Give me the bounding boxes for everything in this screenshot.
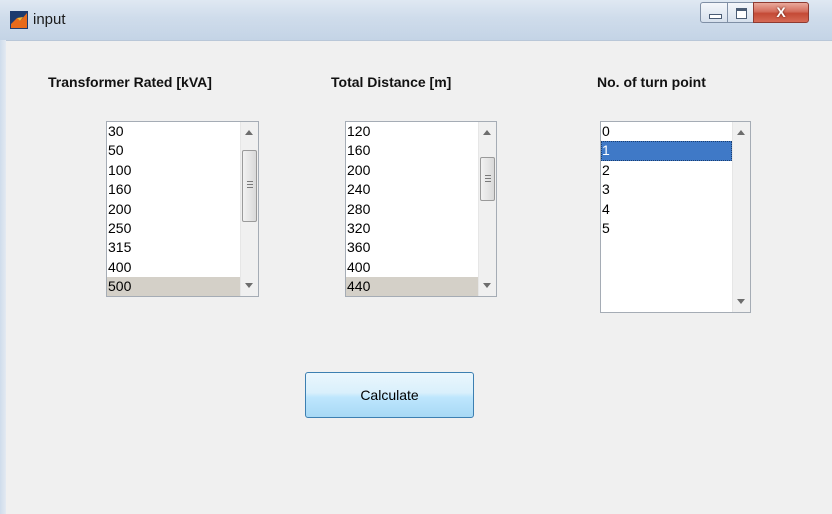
window-frame — [0, 40, 6, 514]
distance-options: 120 160 200 240 280 320 360 400 440 — [346, 122, 478, 296]
scroll-down-icon[interactable] — [245, 283, 253, 288]
list-item[interactable]: 30 — [107, 122, 240, 141]
maximize-icon — [736, 8, 747, 19]
list-item[interactable]: 1 — [601, 141, 732, 161]
window-title: input — [33, 11, 66, 28]
list-item[interactable]: 400 — [346, 258, 478, 277]
list-item[interactable]: 120 — [346, 122, 478, 141]
calculate-button[interactable]: Calculate — [305, 372, 474, 418]
scroll-down-icon[interactable] — [737, 299, 745, 304]
list-item[interactable]: 315 — [107, 238, 240, 257]
list-item[interactable]: 50 — [107, 141, 240, 160]
list-item[interactable]: 0 — [601, 122, 732, 141]
list-item[interactable]: 250 — [107, 219, 240, 238]
close-icon: X — [776, 4, 786, 20]
scroll-thumb[interactable] — [242, 150, 257, 222]
distance-label: Total Distance [m] — [331, 74, 452, 90]
turn-point-scrollbar[interactable] — [732, 122, 750, 312]
grip-icon — [485, 178, 491, 179]
list-item[interactable]: 360 — [346, 238, 478, 257]
distance-scrollbar[interactable] — [478, 122, 496, 296]
transformer-listbox[interactable]: 30 50 100 160 200 250 315 400 500 — [106, 121, 259, 297]
list-item[interactable]: 320 — [346, 219, 478, 238]
scroll-down-icon[interactable] — [483, 283, 491, 288]
list-item[interactable]: 500 — [107, 277, 240, 296]
list-item[interactable]: 400 — [107, 258, 240, 277]
grip-icon — [485, 175, 491, 176]
app-window: input X Transformer Rated [kVA] Total Di… — [0, 0, 832, 514]
scroll-thumb[interactable] — [480, 157, 495, 201]
transformer-label: Transformer Rated [kVA] — [48, 74, 212, 90]
maximize-button[interactable] — [727, 2, 754, 23]
scroll-up-icon[interactable] — [737, 130, 745, 135]
list-item[interactable]: 280 — [346, 200, 478, 219]
list-item[interactable]: 440 — [346, 277, 478, 296]
transformer-options: 30 50 100 160 200 250 315 400 500 — [107, 122, 240, 296]
turn-point-listbox[interactable]: 012345 — [600, 121, 751, 313]
scroll-up-icon[interactable] — [245, 130, 253, 135]
turn-point-label: No. of turn point — [597, 74, 706, 90]
list-item[interactable]: 2 — [601, 161, 732, 180]
list-item[interactable]: 200 — [346, 161, 478, 180]
list-item[interactable]: 200 — [107, 200, 240, 219]
list-item[interactable]: 3 — [601, 180, 732, 199]
turn-point-options: 012345 — [601, 122, 732, 238]
list-item[interactable]: 100 — [107, 161, 240, 180]
transformer-scrollbar[interactable] — [240, 122, 258, 296]
list-item[interactable]: 4 — [601, 200, 732, 219]
list-item[interactable]: 160 — [107, 180, 240, 199]
grip-icon — [485, 181, 491, 182]
minimize-button[interactable] — [700, 2, 728, 23]
grip-icon — [247, 187, 253, 188]
minimize-icon — [709, 14, 722, 19]
grip-icon — [247, 184, 253, 185]
list-item[interactable]: 240 — [346, 180, 478, 199]
scroll-up-icon[interactable] — [483, 130, 491, 135]
grip-icon — [247, 181, 253, 182]
close-button[interactable]: X — [753, 2, 809, 23]
list-item[interactable]: 160 — [346, 141, 478, 160]
list-item[interactable]: 5 — [601, 219, 732, 238]
title-bar[interactable]: input X — [0, 0, 832, 41]
distance-listbox[interactable]: 120 160 200 240 280 320 360 400 440 — [345, 121, 497, 297]
matlab-icon — [10, 11, 28, 29]
